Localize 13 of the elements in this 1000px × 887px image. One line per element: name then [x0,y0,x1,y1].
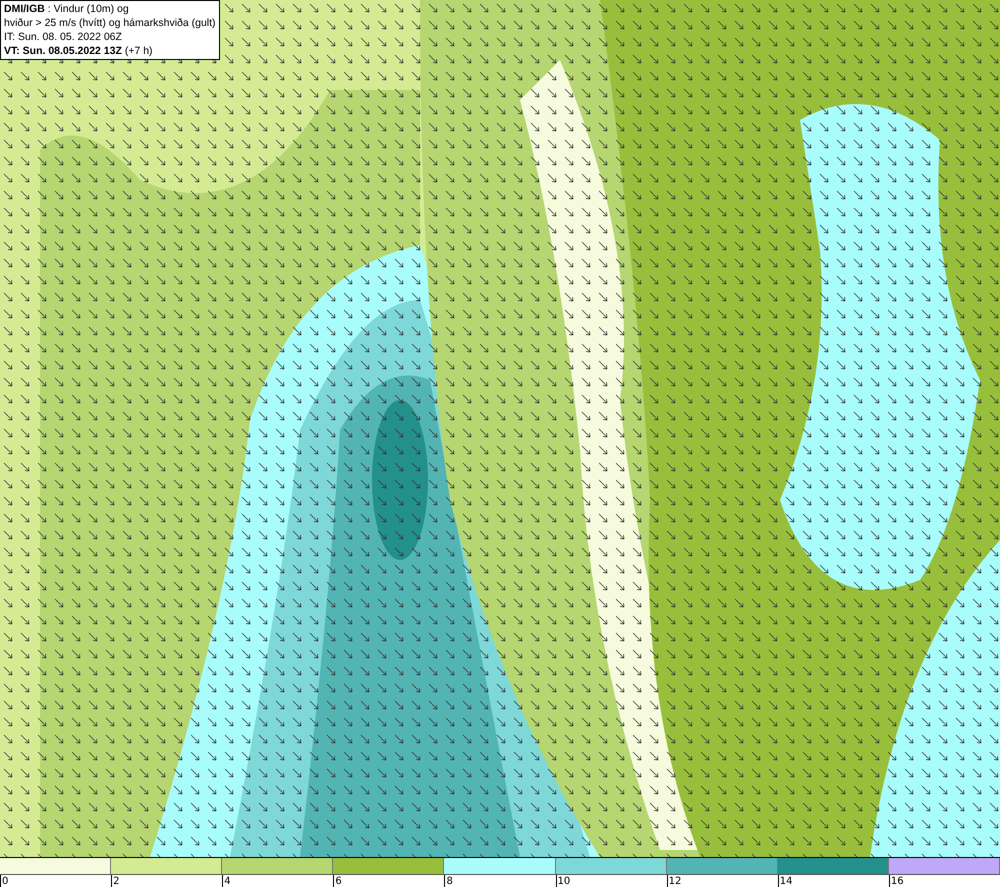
header-text: DMI/IGB : Vindur (10m) og [4,2,130,16]
header-text: IT: Sun. 08. 05. 2022 06Z [4,30,123,44]
legend-label: 2 [113,876,120,887]
legend-label: 0 [2,876,8,887]
legend-label: 16 [890,876,904,887]
legend-label: 8 [446,876,453,887]
header-text: VT: Sun. 08.05.2022 13Z (+7 h) [4,44,154,58]
legend-label: 4 [224,876,231,887]
legend-label: 6 [335,876,342,887]
legend-label: 14 [780,876,792,887]
header-text: hviður > 25 m/s (hvítt) og hámarkshviða (gult) [4,16,216,30]
legend-label: 10 [558,876,570,887]
legend-label: 12 [668,876,682,887]
